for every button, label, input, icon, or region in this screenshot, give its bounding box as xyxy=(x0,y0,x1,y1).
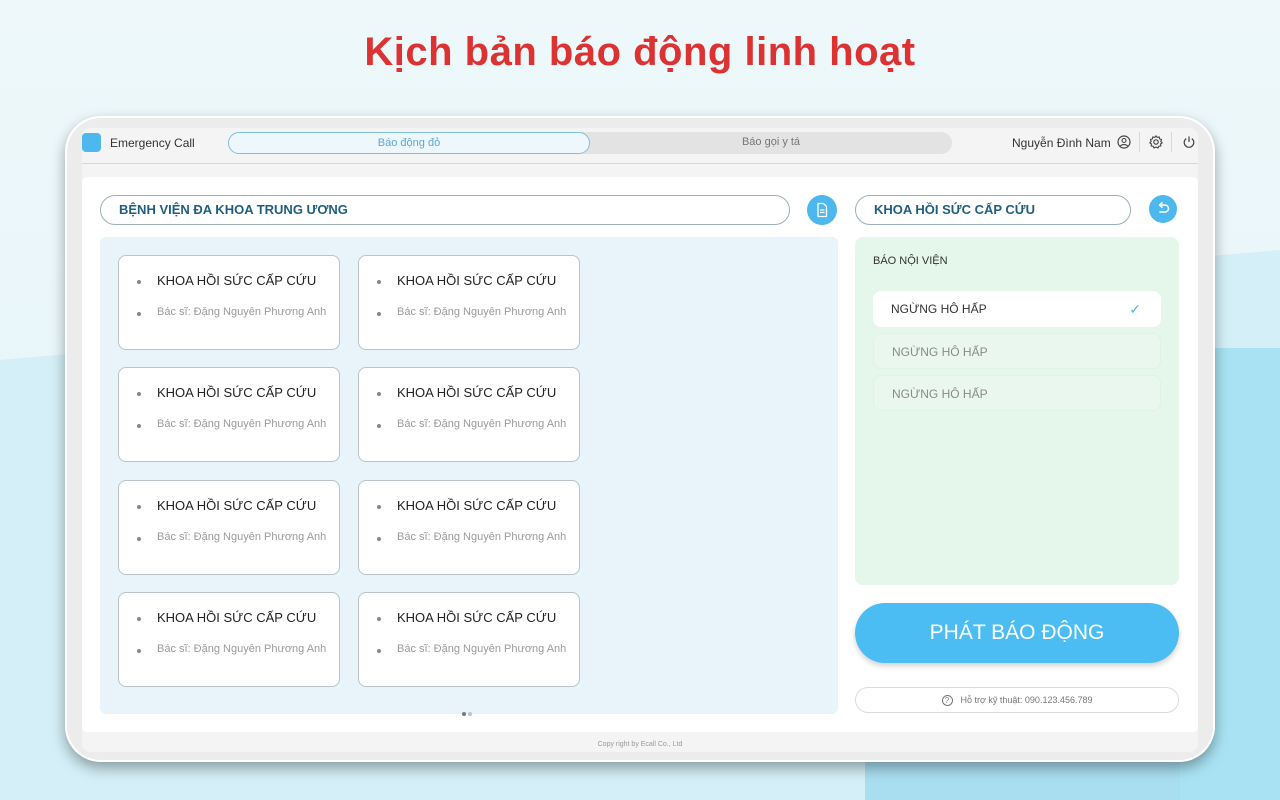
support-text: Hỗ trợ kỹ thuật: 090.123.456.789 xyxy=(960,695,1093,705)
bullet xyxy=(137,424,141,428)
card-doctor: Bác sĩ: Đặng Nguyên Phương Anh xyxy=(157,418,327,430)
bullet xyxy=(137,649,141,653)
hospital-name: BỆNH VIỆN ĐA KHOA TRUNG ƯƠNG xyxy=(100,195,790,225)
alert-option-label: NGỪNG HÔ HẤP xyxy=(892,345,988,359)
card-doctor: Bác sĩ: Đặng Nguyên Phương Anh xyxy=(397,418,567,430)
card-doctor: Bác sĩ: Đặng Nguyên Phương Anh xyxy=(397,531,567,543)
card-title: KHOA HỒI SỨC CẤP CỨU xyxy=(157,273,317,288)
alert-panel: BÁO NỘI VIỆN NGỪNG HÔ HẤP ✓ NGỪNG HÔ HẤP… xyxy=(855,237,1179,585)
department-card[interactable]: KHOA HỒI SỨC CẤP CỨU Bác sĩ: Đặng Nguyên… xyxy=(358,255,580,350)
alert-option[interactable]: NGỪNG HÔ HẤP ✓ xyxy=(873,291,1161,327)
power-icon[interactable] xyxy=(1181,134,1197,150)
department-card[interactable]: KHOA HỒI SỨC CẤP CỨU Bác sĩ: Đặng Nguyên… xyxy=(358,480,580,575)
bullet xyxy=(377,649,381,653)
app-screen: Emergency Call Báo động đỏ Báo gọi y tá … xyxy=(82,128,1198,752)
tab-bar: Báo động đỏ Báo gọi y tá xyxy=(228,132,952,154)
trigger-alarm-button[interactable]: PHÁT BÁO ĐỘNG xyxy=(855,603,1179,663)
card-title: KHOA HỒI SỨC CẤP CỨU xyxy=(157,498,317,513)
card-title: KHOA HỒI SỨC CẤP CỨU xyxy=(397,610,557,625)
page-dot-active[interactable] xyxy=(462,712,466,716)
card-doctor: Bác sĩ: Đặng Nguyên Phương Anh xyxy=(157,306,327,318)
gear-icon[interactable] xyxy=(1148,134,1164,150)
alert-option[interactable]: NGỪNG HÔ HẤP xyxy=(873,333,1161,369)
top-bar: Emergency Call Báo động đỏ Báo gọi y tá … xyxy=(82,128,1198,164)
card-doctor: Bác sĩ: Đặng Nguyên Phương Anh xyxy=(157,531,327,543)
back-button[interactable] xyxy=(1149,195,1177,223)
user-name: Nguyễn Đình Nam xyxy=(1012,136,1111,150)
alert-option-label: NGỪNG HÔ HẤP xyxy=(891,302,987,316)
card-title: KHOA HỒI SỨC CẤP CỨU xyxy=(397,498,557,513)
bullet xyxy=(377,392,381,396)
page-indicator xyxy=(462,703,474,721)
tab-red-alert[interactable]: Báo động đỏ xyxy=(228,132,590,154)
card-title: KHOA HỒI SỨC CẤP CỨU xyxy=(157,610,317,625)
document-icon xyxy=(817,202,828,218)
department-card[interactable]: KHOA HỒI SỨC CẤP CỨU Bác sĩ: Đặng Nguyên… xyxy=(118,480,340,575)
bullet xyxy=(137,617,141,621)
bullet xyxy=(137,537,141,541)
tab-nurse-call[interactable]: Báo gọi y tá xyxy=(590,132,952,154)
card-title: KHOA HỒI SỨC CẤP CỨU xyxy=(397,385,557,400)
bullet xyxy=(377,280,381,284)
copyright: Copy right by Ecall Co., Ltd xyxy=(597,741,683,748)
user-icon[interactable] xyxy=(1116,134,1132,150)
bullet xyxy=(137,505,141,509)
alert-heading: BÁO NỘI VIỆN xyxy=(873,255,948,267)
bullet xyxy=(377,424,381,428)
page-dot[interactable] xyxy=(468,712,472,716)
alert-option-label: NGỪNG HÔ HẤP xyxy=(892,387,988,401)
app-logo-icon xyxy=(82,133,101,152)
bullet xyxy=(137,392,141,396)
card-doctor: Bác sĩ: Đặng Nguyên Phương Anh xyxy=(397,643,567,655)
department-card[interactable]: KHOA HỒI SỨC CẤP CỨU Bác sĩ: Đặng Nguyên… xyxy=(358,592,580,687)
bullet xyxy=(377,537,381,541)
bullet xyxy=(377,617,381,621)
top-bar-divider xyxy=(82,163,1198,164)
tablet-frame: Emergency Call Báo động đỏ Báo gọi y tá … xyxy=(65,116,1215,762)
card-doctor: Bác sĩ: Đặng Nguyên Phương Anh xyxy=(397,306,567,318)
alert-option[interactable]: NGỪNG HÔ HẤP xyxy=(873,375,1161,411)
department-card[interactable]: KHOA HỒI SỨC CẤP CỨU Bác sĩ: Đặng Nguyên… xyxy=(118,592,340,687)
divider xyxy=(1139,132,1140,152)
bullet xyxy=(137,280,141,284)
department-card[interactable]: KHOA HỒI SỨC CẤP CỨU Bác sĩ: Đặng Nguyên… xyxy=(118,367,340,462)
card-title: KHOA HỒI SỨC CẤP CỨU xyxy=(157,385,317,400)
department-card[interactable]: KHOA HỒI SỨC CẤP CỨU Bác sĩ: Đặng Nguyên… xyxy=(358,367,580,462)
check-icon: ✓ xyxy=(1129,301,1141,317)
card-title: KHOA HỒI SỨC CẤP CỨU xyxy=(397,273,557,288)
support-info: ? Hỗ trợ kỹ thuật: 090.123.456.789 xyxy=(855,687,1179,713)
main-panel: BỆNH VIỆN ĐA KHOA TRUNG ƯƠNG KHOA HỒI SỨ… xyxy=(82,177,1198,732)
department-grid: KHOA HỒI SỨC CẤP CỨU Bác sĩ: Đặng Nguyên… xyxy=(100,237,838,716)
selected-department: KHOA HỒI SỨC CẤP CỨU xyxy=(855,195,1131,225)
help-icon: ? xyxy=(941,695,953,707)
divider xyxy=(1171,132,1172,152)
bullet xyxy=(377,312,381,316)
undo-icon xyxy=(1158,202,1170,213)
headline: Kịch bản báo động linh hoạt xyxy=(364,30,916,74)
document-button[interactable] xyxy=(807,195,837,225)
department-card[interactable]: KHOA HỒI SỨC CẤP CỨU Bác sĩ: Đặng Nguyên… xyxy=(118,255,340,350)
card-doctor: Bác sĩ: Đặng Nguyên Phương Anh xyxy=(157,643,327,655)
bullet xyxy=(377,505,381,509)
app-name: Emergency Call xyxy=(110,136,195,150)
bullet xyxy=(137,312,141,316)
